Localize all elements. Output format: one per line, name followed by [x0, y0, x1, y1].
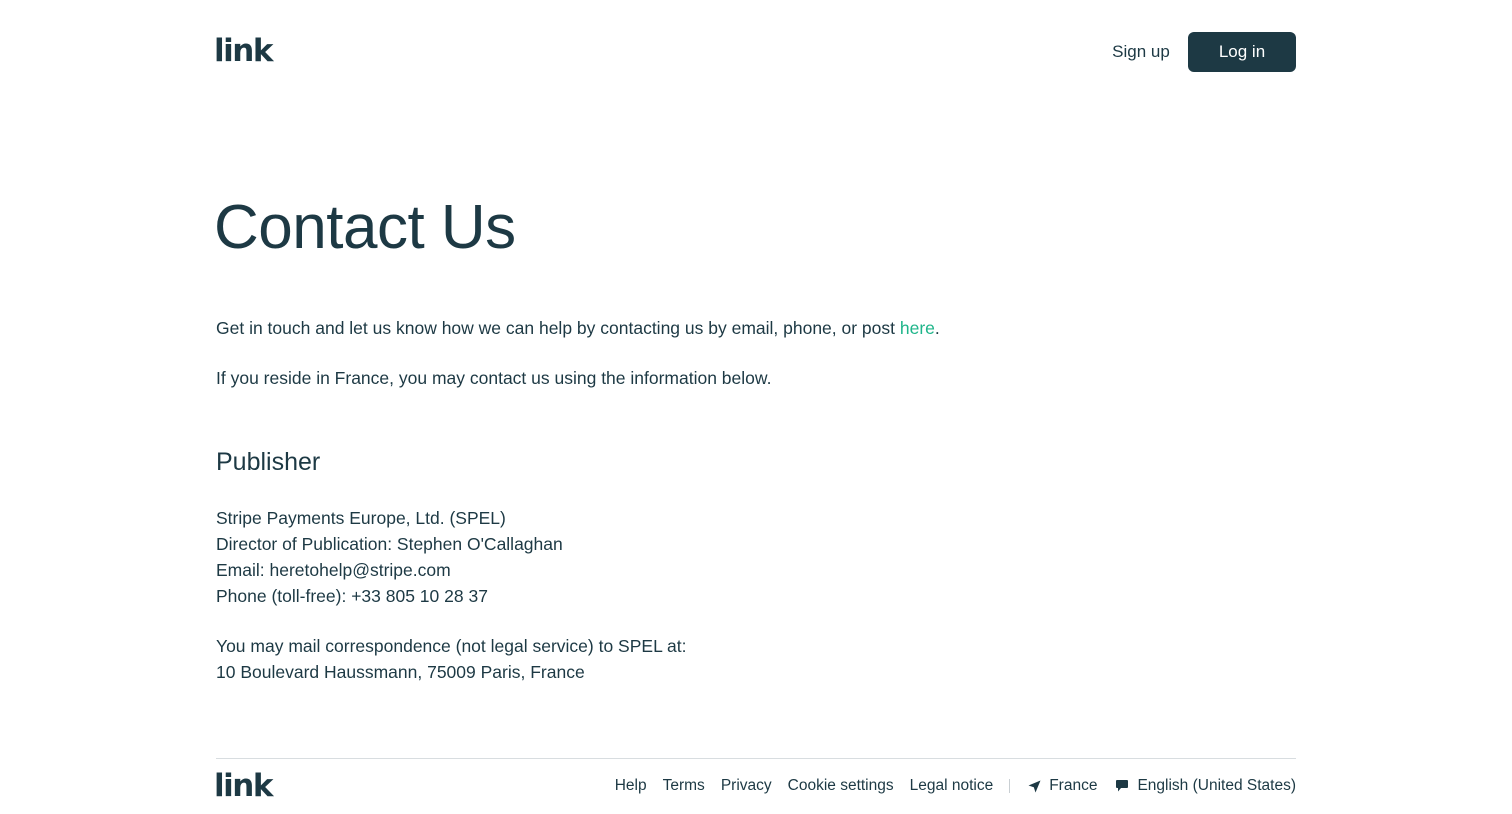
- footer-terms-link[interactable]: Terms: [663, 777, 705, 795]
- language-label: English (United States): [1137, 777, 1296, 794]
- mail-intro: You may mail correspondence (not legal s…: [216, 636, 687, 656]
- intro-end: .: [934, 318, 940, 338]
- footer-nav: Help Terms Privacy Cookie settings Legal…: [615, 774, 1296, 798]
- country-selector[interactable]: France: [1028, 777, 1097, 795]
- footer-privacy-link[interactable]: Privacy: [721, 777, 772, 795]
- publisher-director: Director of Publication: Stephen O'Calla…: [216, 534, 563, 554]
- publisher-email: Email: heretohelp@stripe.com: [216, 560, 451, 580]
- language-selector[interactable]: English (United States): [1115, 777, 1296, 795]
- publisher-heading: Publisher: [216, 448, 321, 476]
- country-label: France: [1049, 777, 1098, 794]
- footer-separator: [1009, 779, 1011, 793]
- publisher-company: Stripe Payments Europe, Ltd. (SPEL): [216, 508, 506, 528]
- publisher-details: Stripe Payments Europe, Ltd. (SPEL) Dire…: [216, 505, 563, 609]
- mail-address: 10 Boulevard Haussmann, 75009 Paris, Fra…: [216, 662, 585, 682]
- footer-cookie-settings-link[interactable]: Cookie settings: [788, 777, 894, 795]
- page: link Sign up Log in Contact Us Get in to…: [0, 0, 1512, 814]
- here-link[interactable]: here: [900, 318, 935, 338]
- intro-text: Get in touch and let us know how we can …: [216, 318, 900, 338]
- publisher-phone: Phone (toll-free): +33 805 10 28 37: [216, 586, 488, 606]
- speech-bubble-icon: [1116, 780, 1129, 792]
- intro-paragraph: Get in touch and let us know how we can …: [216, 315, 940, 341]
- footer-legal-notice-link[interactable]: Legal notice: [910, 777, 994, 795]
- location-arrow-icon: [1028, 780, 1041, 792]
- footer-help-link[interactable]: Help: [615, 777, 647, 795]
- footer-divider: [216, 758, 1296, 759]
- footer-link-logo[interactable]: link: [214, 771, 273, 802]
- sign-up-link[interactable]: Sign up: [1100, 32, 1182, 72]
- page-title: Contact Us: [214, 193, 516, 262]
- france-paragraph: If you reside in France, you may contact…: [216, 368, 772, 388]
- link-logo[interactable]: link: [214, 36, 273, 67]
- mail-details: You may mail correspondence (not legal s…: [216, 633, 686, 685]
- log-in-button[interactable]: Log in: [1188, 32, 1296, 72]
